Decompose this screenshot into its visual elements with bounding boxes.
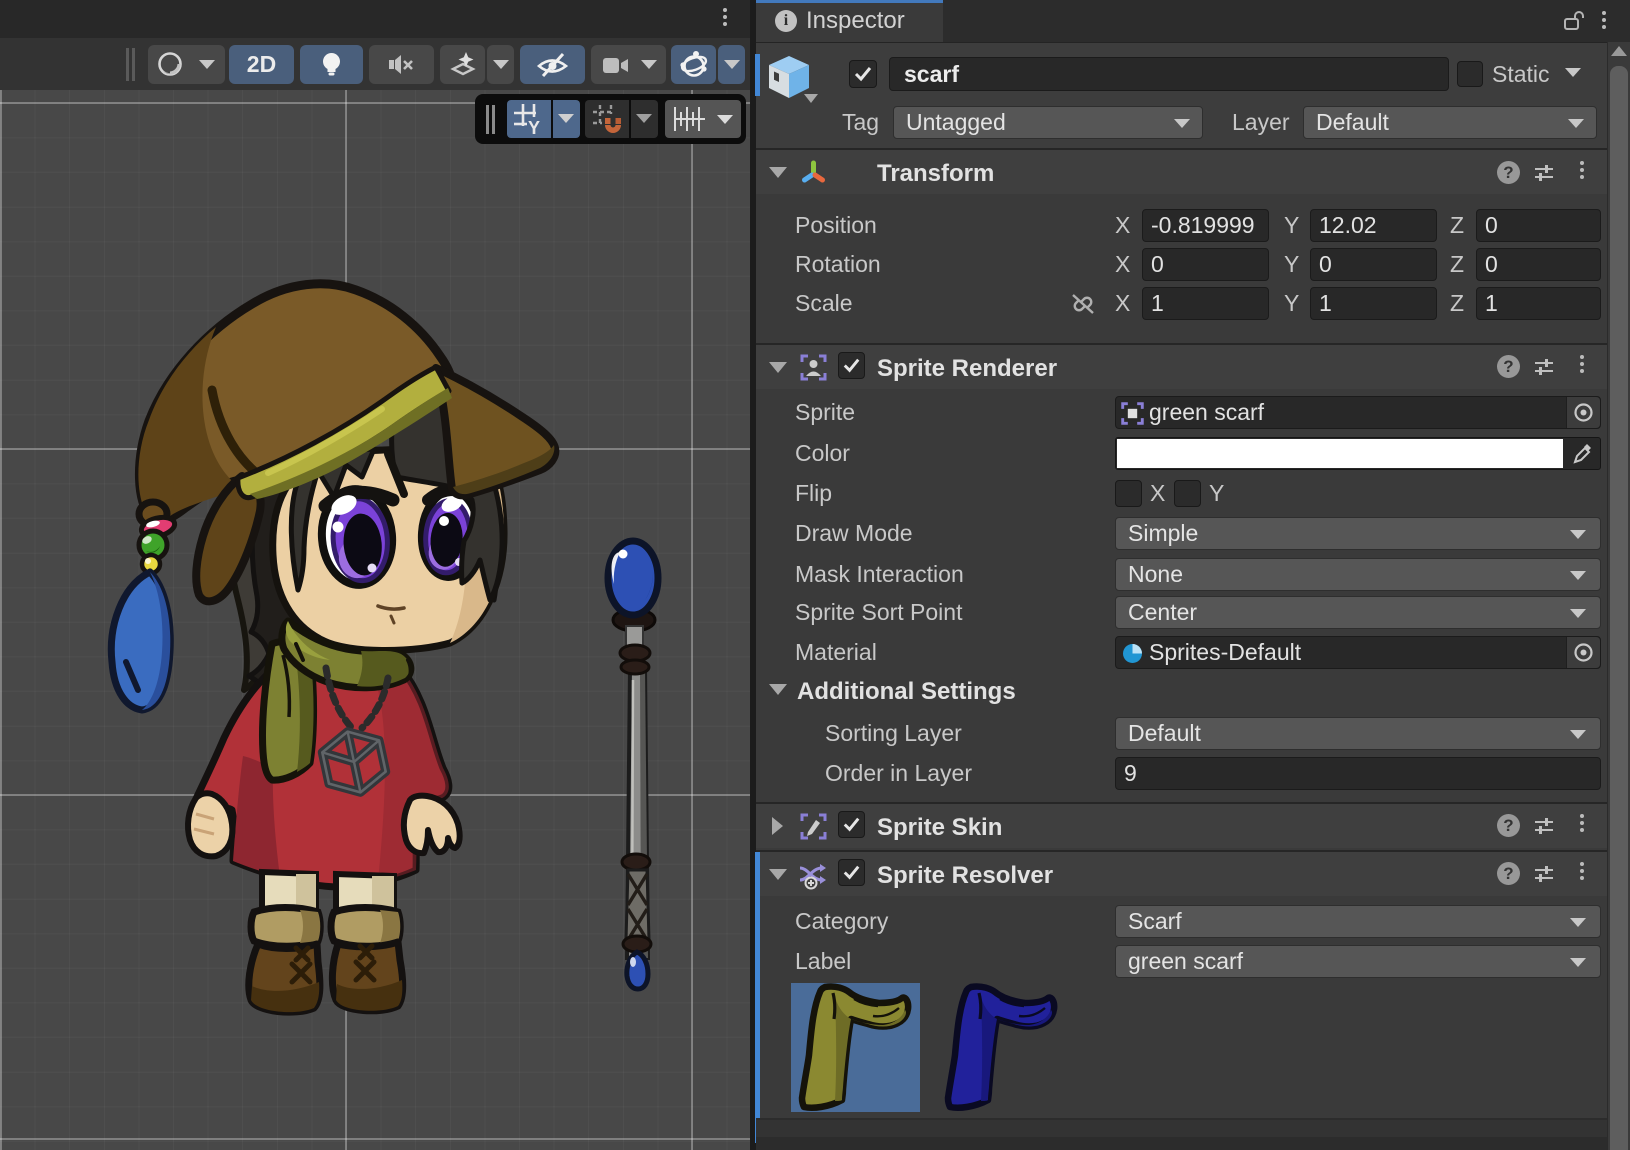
svg-text:Y: Y	[528, 118, 540, 134]
